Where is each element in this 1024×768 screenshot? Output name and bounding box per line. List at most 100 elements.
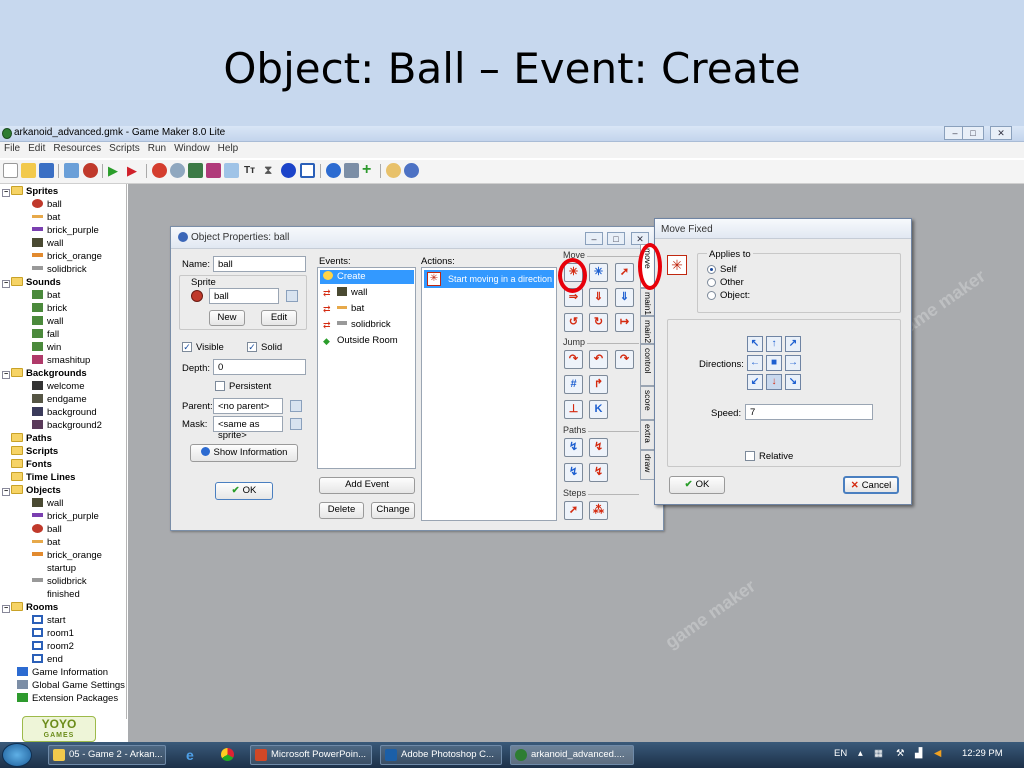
step-avoiding-action-icon[interactable]: ⁂ [589,501,608,520]
tree-item[interactable]: bat [32,536,60,549]
tree-item[interactable]: wall [32,315,63,328]
add-event-button[interactable]: Add Event [319,477,415,494]
tree-folder-rooms[interactable]: − Rooms [2,601,58,614]
tree-item[interactable]: wall [32,237,63,250]
run-debug-icon[interactable]: ▶ [127,163,137,179]
menu-window[interactable]: Window [170,142,214,155]
reverse-vertical-action-icon[interactable]: ↻ [589,313,608,332]
show-hidden-icons[interactable]: ▴ [858,748,863,759]
tree-item[interactable]: brick_orange [32,250,102,263]
tree-item[interactable]: finished [47,588,80,601]
relative-checkbox[interactable] [745,451,755,461]
delete-event-button[interactable]: Delete [319,502,364,519]
event-outside-room[interactable]: ◆ Outside Room [320,334,414,348]
tree-folder-scripts[interactable]: Scripts [11,445,58,458]
add-font-icon[interactable]: Tт [244,165,255,176]
new-sprite-button[interactable]: New [209,310,245,326]
add-room-icon[interactable] [300,163,315,178]
direction-up-right-button[interactable]: ↗ [785,336,801,352]
sprite-select[interactable]: ball [209,288,279,304]
mask-select[interactable]: <same as sprite> [213,416,283,441]
tree-item[interactable]: background2 [32,419,102,432]
move-contact-action-icon[interactable]: ⊥ [564,400,583,419]
path-speed-action-icon[interactable]: ↯ [589,463,608,482]
menu-run[interactable]: Run [144,142,170,155]
direction-down-right-button[interactable]: ↘ [785,374,801,390]
solid-checkbox[interactable]: ✓ [247,342,257,352]
show-information-button[interactable]: Show Information [190,444,298,462]
browse-sprite-icon[interactable] [286,290,298,302]
friction-action-icon[interactable]: ↦ [615,313,634,332]
minimize-button[interactable]: – [585,232,603,245]
start-button[interactable] [2,743,32,767]
menu-scripts[interactable]: Scripts [105,142,144,155]
tree-item[interactable]: startup [47,562,76,575]
direction-left-button[interactable]: ← [747,355,763,371]
maximize-button[interactable]: □ [607,232,625,245]
snap-grid-action-icon[interactable]: # [564,375,583,394]
parent-select[interactable]: <no parent> [213,398,283,414]
menu-resources[interactable]: Resources [49,142,105,155]
manual-icon[interactable] [386,163,401,178]
game-information-icon[interactable] [326,163,341,178]
tree-folder-objects[interactable]: − Objects [2,484,61,497]
add-sprite-icon[interactable] [152,163,167,178]
chrome-icon[interactable] [221,748,234,761]
bounce-action-icon[interactable]: K [589,400,608,419]
create-exe-icon[interactable] [64,163,79,178]
ok-button[interactable]: ✔ OK [215,482,273,500]
tree-item[interactable]: wall [32,497,63,510]
taskbar-item-game-maker[interactable]: arkanoid_advanced.... [510,745,634,765]
gravity-action-icon[interactable]: ⇓ [615,288,634,307]
add-path-icon[interactable] [206,163,221,178]
tree-item[interactable]: fall [32,328,59,341]
path-position-action-icon[interactable]: ↯ [564,463,583,482]
extension-packages-icon[interactable]: + [362,161,371,179]
event-collision-solidbrick[interactable]: ⇄ solidbrick [320,318,414,332]
maximize-button[interactable]: □ [962,126,984,140]
speed-input[interactable]: 7 [745,404,873,420]
move-fixed-cancel-button[interactable]: ✕ Cancel [843,476,899,494]
speed-vertical-action-icon[interactable]: ⇓ [589,288,608,307]
persistent-checkbox[interactable] [215,381,225,391]
language-indicator[interactable]: EN [834,748,847,759]
publish-icon[interactable] [83,163,98,178]
direction-up-left-button[interactable]: ↖ [747,336,763,352]
tree-folder-sprites[interactable]: − Sprites [2,185,58,198]
end-path-action-icon[interactable]: ↯ [589,438,608,457]
add-sound-icon[interactable] [170,163,185,178]
calendar-icon[interactable]: ▦ [874,748,883,759]
add-script-icon[interactable] [224,163,239,178]
name-input[interactable]: ball [213,256,306,272]
tree-item[interactable]: ball [32,198,62,211]
menu-help[interactable]: Help [214,142,243,155]
tree-item[interactable]: brick_orange [32,549,102,562]
jump-position-action-icon[interactable]: ↷ [564,350,583,369]
volume-icon[interactable]: ◀ [934,748,941,759]
move-fixed-ok-button[interactable]: ✔ OK [669,476,725,494]
menu-file[interactable]: File [0,142,24,155]
event-collision-wall[interactable]: ⇄ wall [320,286,414,300]
move-free-action-icon[interactable]: ✳ [589,263,608,282]
tree-item[interactable]: start [32,614,65,627]
tree-folder-backgrounds[interactable]: − Backgrounds [2,367,87,380]
tree-item[interactable]: bat [32,211,60,224]
event-collision-bat[interactable]: ⇄ bat [320,302,414,316]
reverse-horizontal-action-icon[interactable]: ↺ [564,313,583,332]
tree-game-information[interactable]: Game Information [17,666,108,679]
edit-sprite-button[interactable]: Edit [261,310,297,326]
network-icon[interactable]: ▟ [915,748,922,759]
applies-self-radio[interactable] [707,265,716,274]
save-icon[interactable] [39,163,54,178]
window-titlebar[interactable]: arkanoid_advanced.gmk - Game Maker 8.0 L… [0,126,1024,142]
applies-object-radio[interactable] [707,291,716,300]
tree-folder-sounds[interactable]: − Sounds [2,276,61,289]
internet-explorer-icon[interactable]: e [186,747,194,763]
direction-stop-button[interactable]: ■ [766,355,782,371]
direction-right-button[interactable]: → [785,355,801,371]
tree-item[interactable]: solidbrick [32,575,87,588]
event-create[interactable]: Create [320,270,414,284]
taskbar-item-photoshop[interactable]: Adobe Photoshop C... [380,745,502,765]
tree-item[interactable]: welcome [32,380,85,393]
tree-item[interactable]: endgame [32,393,87,406]
